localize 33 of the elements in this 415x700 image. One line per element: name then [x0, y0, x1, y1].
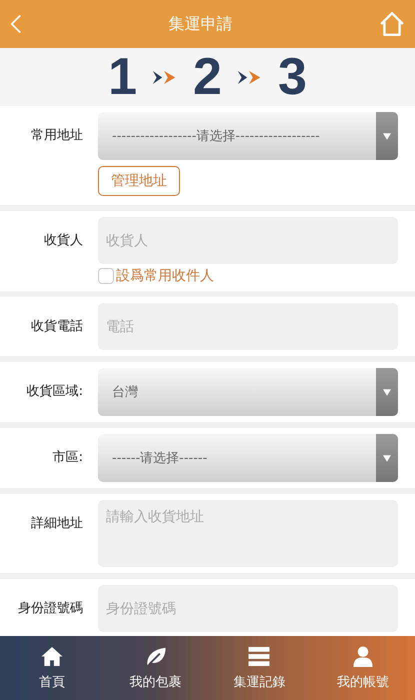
home-icon: [40, 646, 64, 666]
manage-address-button[interactable]: 管理地址: [98, 166, 180, 196]
field-label: 收貨人: [43, 232, 83, 249]
field-label: 身份證號碼: [17, 600, 83, 617]
checkbox[interactable]: [98, 268, 114, 284]
page-title: 集運申請: [168, 14, 232, 34]
dropdown-arrow-icon: [383, 388, 391, 396]
checkbox-label[interactable]: 設爲常用收件人: [116, 267, 214, 285]
field-label: 收貨電話: [30, 318, 83, 335]
tab-item[interactable]: 首頁: [0, 636, 104, 700]
back-icon[interactable]: [10, 13, 22, 35]
step-number: 2: [193, 51, 222, 103]
select-field[interactable]: ------请选择------: [98, 434, 398, 482]
input-field[interactable]: 電話: [98, 303, 398, 350]
dropdown-arrow-icon: [383, 454, 391, 462]
step-number: 1: [108, 51, 138, 103]
select-field[interactable]: 台灣: [98, 368, 398, 416]
field-label: 收貨區域:: [26, 383, 83, 400]
home-icon[interactable]: [379, 11, 405, 37]
select-field[interactable]: ------------------请选择------------------: [98, 112, 398, 160]
field-label: 詳細地址: [30, 515, 83, 532]
dropdown-arrow-icon: [383, 132, 391, 140]
tab-item[interactable]: 我的包裹: [104, 636, 208, 700]
tab-item[interactable]: 集運記錄: [208, 636, 312, 700]
list-icon: [247, 646, 272, 666]
textarea-field[interactable]: 請輸入收貨地址: [98, 500, 398, 567]
input-field[interactable]: 身份證號碼: [98, 585, 398, 632]
step-number: 3: [278, 51, 307, 103]
field-label: 市區:: [52, 449, 83, 466]
user-icon: [351, 646, 376, 666]
tab-item[interactable]: 我的帳號: [311, 636, 415, 700]
input-field[interactable]: 收貨人: [98, 217, 398, 264]
field-label: 常用地址: [30, 127, 83, 144]
